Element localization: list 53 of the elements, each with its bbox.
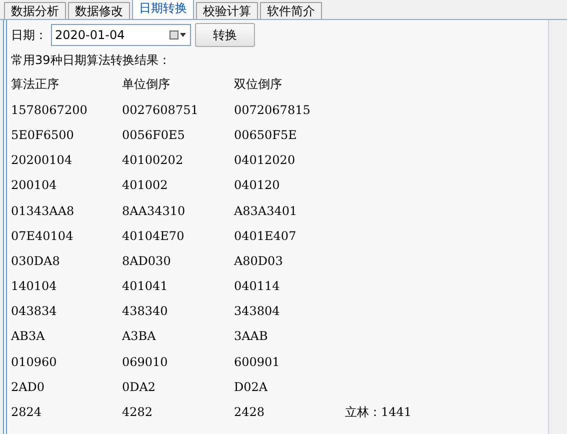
result-cell-text: 0072067815 (234, 102, 312, 117)
result-cell-text: 4282 (122, 405, 154, 420)
result-cell-text: 04012020 (234, 153, 296, 168)
convert-button[interactable]: 转换 (195, 23, 255, 47)
result-cell-text: 200104 (11, 178, 58, 192)
result-cell-text: 043834 (11, 304, 58, 318)
column-header: 算法正序 (11, 76, 60, 94)
result-cell-text: 030DA8 (11, 254, 61, 268)
tab[interactable]: 数据分析 (4, 2, 66, 19)
calendar-dropdown-icon (169, 30, 187, 40)
result-cell-text: 600901 (234, 354, 281, 369)
result-cell-text: A83A3401 (234, 204, 298, 218)
result-cell-text: 立林：1441 (345, 404, 413, 421)
tab[interactable]: 软件简介 (260, 2, 322, 19)
result-cell-text: 8AD030 (122, 254, 172, 268)
tab[interactable]: 数据修改 (68, 2, 130, 19)
result-cell-text: 2AD0 (11, 380, 46, 394)
result-cell-text: A3BA (122, 329, 157, 344)
result-cell-text: 0056F0E5 (122, 128, 186, 142)
result-cell-text: 40104E70 (122, 228, 186, 243)
result-cell-text: 401041 (122, 279, 169, 294)
result-cell-text: AB3A (11, 329, 46, 344)
tab[interactable]: 校验计算 (196, 2, 258, 19)
result-cell-text: 069010 (122, 354, 169, 369)
result-cell-text: 401002 (122, 178, 169, 192)
result-cell-text: D02A (234, 380, 269, 394)
result-cell-text: 1578067200 (11, 102, 88, 117)
column-header: 双位倒序 (234, 76, 283, 94)
result-cell-text: 2824 (11, 405, 43, 420)
result-cell-text: 8AA34310 (122, 204, 186, 218)
result-cell-text: 3AAB (234, 329, 269, 344)
result-cell-text: 0401E407 (234, 228, 298, 243)
result-cell-text: 5E0F6500 (11, 128, 75, 142)
result-heading: 常用39种日期算法转换结果： (10, 52, 172, 69)
result-cell-text: 0027608751 (122, 102, 200, 117)
result-cell-text: 2428 (234, 405, 266, 420)
date-picker[interactable]: 2020-01-04 (51, 24, 191, 46)
result-cell-text: 040114 (234, 279, 281, 294)
result-cell-text: 00650F5E (234, 128, 298, 142)
result-cell-text: 010960 (11, 354, 58, 369)
result-cell-text: 040120 (234, 178, 281, 192)
result-cell-text: 20200104 (11, 153, 74, 168)
result-cell-text: 140104 (11, 279, 58, 294)
result-cell-text: 438340 (122, 304, 169, 318)
result-cell-text: 40100202 (122, 153, 184, 168)
column-header: 单位倒序 (122, 76, 171, 94)
result-cell-text: A80D03 (234, 254, 284, 268)
result-cell-text: 343804 (234, 304, 281, 318)
result-cell-text: 07E40104 (11, 228, 74, 243)
date-label: 日期： (11, 26, 47, 44)
result-cell-text: 0DA2 (122, 380, 157, 394)
tab[interactable]: 日期转换 (132, 0, 194, 19)
result-cell-text: 01343AA8 (11, 204, 76, 218)
